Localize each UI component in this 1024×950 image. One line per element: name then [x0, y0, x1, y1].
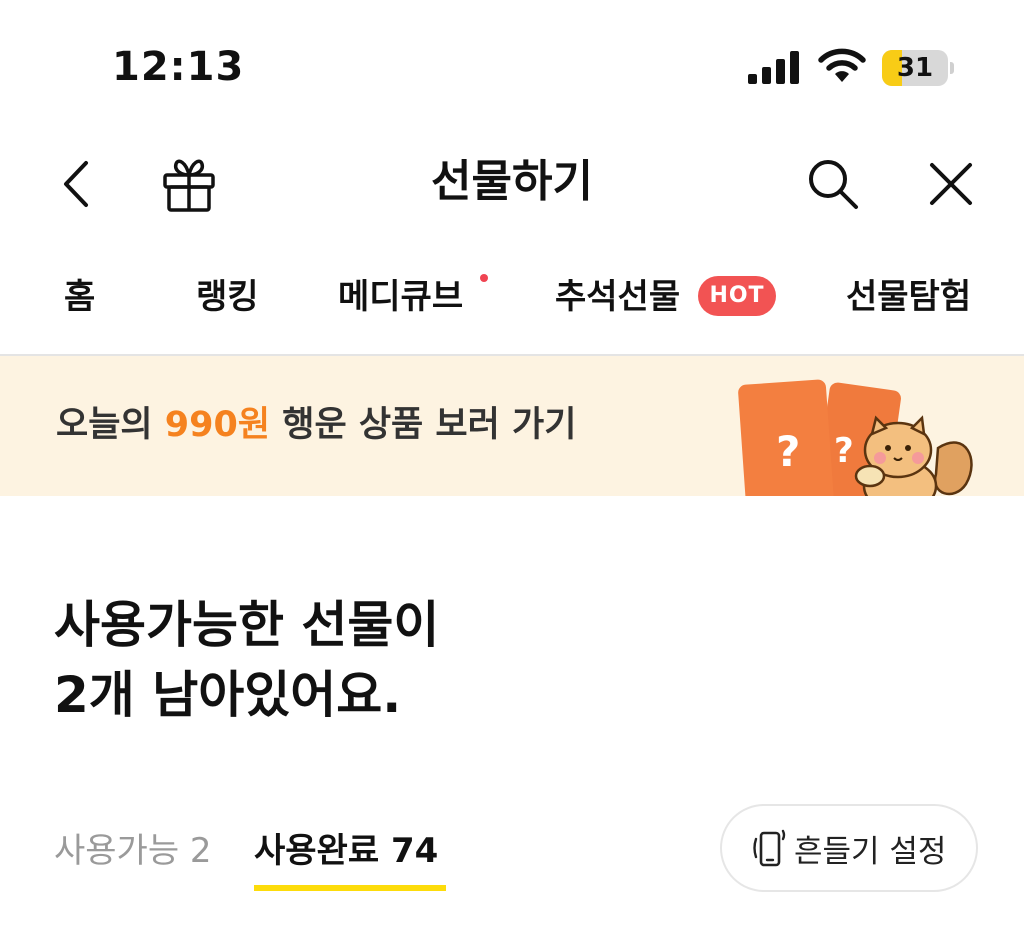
- new-dot-badge: [480, 274, 488, 282]
- banner-highlight: 990원: [164, 405, 271, 445]
- close-icon: [930, 163, 972, 205]
- page-title: 선물하기: [431, 156, 593, 207]
- battery-icon: 31: [882, 50, 954, 86]
- promo-banner[interactable]: 오늘의 990원 행운 상품 보러 가기 ? ?: [0, 356, 1024, 496]
- search-button[interactable]: [800, 152, 866, 216]
- tab-gift-explore[interactable]: 선물탐험: [846, 272, 971, 322]
- phone-shake-icon: [753, 829, 786, 867]
- category-tabs: 홈 랭킹 메디큐브 추석선물 HOT 선물탐험: [0, 248, 1024, 354]
- header: 선물하기: [0, 130, 1024, 240]
- status-time: 12:13: [112, 44, 245, 90]
- search-icon: [809, 160, 858, 209]
- status-bar: 12:13 31: [0, 0, 1024, 130]
- wifi-icon: [818, 48, 866, 82]
- signal-icon: [748, 51, 799, 84]
- gift-icon: [163, 159, 215, 212]
- banner-text: 오늘의 990원 행운 상품 보러 가기: [56, 405, 577, 445]
- active-tab-indicator: [254, 885, 446, 891]
- lucky-card-illustration: ? ?: [738, 379, 973, 496]
- card-question-mark: ?: [834, 431, 854, 471]
- tab-home[interactable]: 홈: [64, 272, 95, 322]
- tab-available[interactable]: 사용가능 2: [54, 826, 212, 876]
- back-icon: [64, 161, 88, 207]
- hot-badge: HOT: [698, 276, 776, 316]
- gift-button[interactable]: [156, 152, 222, 216]
- shake-settings-label: 흔들기 설정: [794, 833, 947, 870]
- close-button[interactable]: [918, 152, 984, 216]
- tab-ranking[interactable]: 랭킹: [196, 272, 259, 322]
- card-question-mark: ?: [776, 427, 800, 476]
- tab-chuseok-gift[interactable]: 추석선물: [555, 272, 680, 322]
- back-button[interactable]: [48, 154, 104, 214]
- tab-medicube[interactable]: 메디큐브: [338, 272, 463, 322]
- shake-settings-button[interactable]: 흔들기 설정: [720, 804, 978, 892]
- battery-level: 31: [896, 53, 934, 83]
- heading-line-1: 사용가능한 선물이: [54, 596, 440, 654]
- tab-used[interactable]: 사용완료 74: [254, 826, 438, 876]
- heading-line-2: 2개 남아있어요.: [54, 666, 402, 724]
- main-heading: 사용가능한 선물이 2개 남아있어요.: [54, 590, 954, 730]
